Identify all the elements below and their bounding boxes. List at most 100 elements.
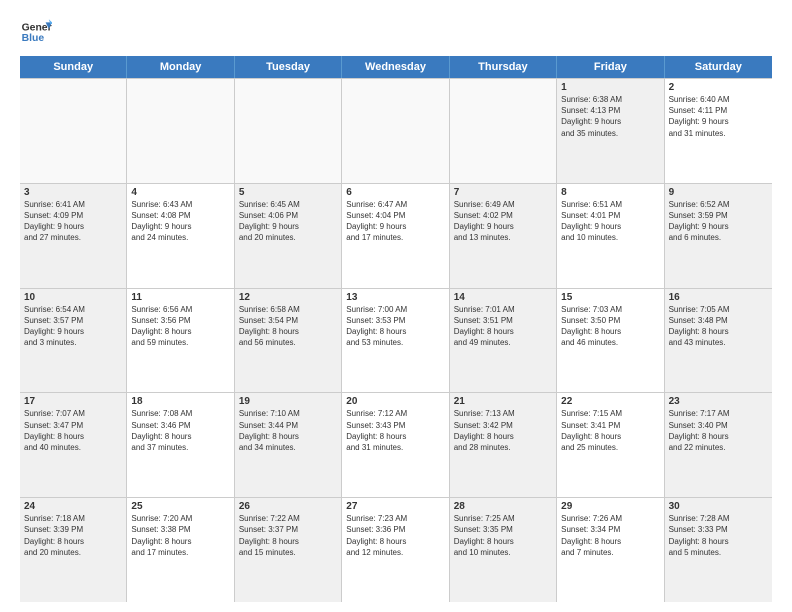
- calendar-body: 1Sunrise: 6:38 AM Sunset: 4:13 PM Daylig…: [20, 78, 772, 602]
- cell-content: Sunrise: 6:43 AM Sunset: 4:08 PM Dayligh…: [131, 199, 229, 244]
- calendar-header: SundayMondayTuesdayWednesdayThursdayFrid…: [20, 56, 772, 78]
- calendar-cell: 4Sunrise: 6:43 AM Sunset: 4:08 PM Daylig…: [127, 184, 234, 288]
- day-number: 14: [454, 292, 552, 303]
- calendar-cell: 2Sunrise: 6:40 AM Sunset: 4:11 PM Daylig…: [665, 79, 772, 183]
- page: General Blue SundayMondayTuesdayWednesda…: [0, 0, 792, 612]
- cell-content: Sunrise: 7:23 AM Sunset: 3:36 PM Dayligh…: [346, 513, 444, 558]
- day-number: 13: [346, 292, 444, 303]
- day-number: 27: [346, 501, 444, 512]
- cell-content: Sunrise: 7:13 AM Sunset: 3:42 PM Dayligh…: [454, 408, 552, 453]
- cell-content: Sunrise: 7:10 AM Sunset: 3:44 PM Dayligh…: [239, 408, 337, 453]
- day-number: 10: [24, 292, 122, 303]
- calendar-cell: [20, 79, 127, 183]
- calendar-cell: 7Sunrise: 6:49 AM Sunset: 4:02 PM Daylig…: [450, 184, 557, 288]
- calendar-cell: 30Sunrise: 7:28 AM Sunset: 3:33 PM Dayli…: [665, 498, 772, 602]
- cell-content: Sunrise: 6:56 AM Sunset: 3:56 PM Dayligh…: [131, 304, 229, 349]
- day-header-thursday: Thursday: [450, 56, 557, 78]
- logo: General Blue: [20, 16, 52, 48]
- cell-content: Sunrise: 6:51 AM Sunset: 4:01 PM Dayligh…: [561, 199, 659, 244]
- day-number: 12: [239, 292, 337, 303]
- day-number: 24: [24, 501, 122, 512]
- cell-content: Sunrise: 6:54 AM Sunset: 3:57 PM Dayligh…: [24, 304, 122, 349]
- week-row-1: 1Sunrise: 6:38 AM Sunset: 4:13 PM Daylig…: [20, 79, 772, 184]
- calendar-cell: 14Sunrise: 7:01 AM Sunset: 3:51 PM Dayli…: [450, 289, 557, 393]
- cell-content: Sunrise: 7:20 AM Sunset: 3:38 PM Dayligh…: [131, 513, 229, 558]
- day-number: 17: [24, 396, 122, 407]
- day-header-sunday: Sunday: [20, 56, 127, 78]
- cell-content: Sunrise: 7:01 AM Sunset: 3:51 PM Dayligh…: [454, 304, 552, 349]
- cell-content: Sunrise: 6:58 AM Sunset: 3:54 PM Dayligh…: [239, 304, 337, 349]
- calendar-cell: 23Sunrise: 7:17 AM Sunset: 3:40 PM Dayli…: [665, 393, 772, 497]
- calendar-cell: 26Sunrise: 7:22 AM Sunset: 3:37 PM Dayli…: [235, 498, 342, 602]
- day-number: 18: [131, 396, 229, 407]
- cell-content: Sunrise: 6:40 AM Sunset: 4:11 PM Dayligh…: [669, 94, 768, 139]
- day-number: 26: [239, 501, 337, 512]
- day-number: 28: [454, 501, 552, 512]
- day-header-friday: Friday: [557, 56, 664, 78]
- day-number: 15: [561, 292, 659, 303]
- day-number: 16: [669, 292, 768, 303]
- header: General Blue: [20, 16, 772, 48]
- week-row-4: 17Sunrise: 7:07 AM Sunset: 3:47 PM Dayli…: [20, 393, 772, 498]
- cell-content: Sunrise: 7:12 AM Sunset: 3:43 PM Dayligh…: [346, 408, 444, 453]
- calendar-cell: 10Sunrise: 6:54 AM Sunset: 3:57 PM Dayli…: [20, 289, 127, 393]
- day-number: 1: [561, 82, 659, 93]
- calendar-cell: 25Sunrise: 7:20 AM Sunset: 3:38 PM Dayli…: [127, 498, 234, 602]
- day-number: 8: [561, 187, 659, 198]
- day-number: 5: [239, 187, 337, 198]
- cell-content: Sunrise: 7:25 AM Sunset: 3:35 PM Dayligh…: [454, 513, 552, 558]
- cell-content: Sunrise: 6:45 AM Sunset: 4:06 PM Dayligh…: [239, 199, 337, 244]
- day-number: 21: [454, 396, 552, 407]
- cell-content: Sunrise: 7:00 AM Sunset: 3:53 PM Dayligh…: [346, 304, 444, 349]
- calendar-cell: 24Sunrise: 7:18 AM Sunset: 3:39 PM Dayli…: [20, 498, 127, 602]
- day-header-wednesday: Wednesday: [342, 56, 449, 78]
- cell-content: Sunrise: 7:18 AM Sunset: 3:39 PM Dayligh…: [24, 513, 122, 558]
- cell-content: Sunrise: 7:22 AM Sunset: 3:37 PM Dayligh…: [239, 513, 337, 558]
- calendar-cell: 8Sunrise: 6:51 AM Sunset: 4:01 PM Daylig…: [557, 184, 664, 288]
- day-number: 30: [669, 501, 768, 512]
- cell-content: Sunrise: 7:03 AM Sunset: 3:50 PM Dayligh…: [561, 304, 659, 349]
- calendar: SundayMondayTuesdayWednesdayThursdayFrid…: [20, 56, 772, 602]
- calendar-cell: 27Sunrise: 7:23 AM Sunset: 3:36 PM Dayli…: [342, 498, 449, 602]
- calendar-cell: 20Sunrise: 7:12 AM Sunset: 3:43 PM Dayli…: [342, 393, 449, 497]
- calendar-cell: 28Sunrise: 7:25 AM Sunset: 3:35 PM Dayli…: [450, 498, 557, 602]
- day-number: 19: [239, 396, 337, 407]
- calendar-cell: [342, 79, 449, 183]
- day-number: 20: [346, 396, 444, 407]
- day-number: 23: [669, 396, 768, 407]
- calendar-cell: 29Sunrise: 7:26 AM Sunset: 3:34 PM Dayli…: [557, 498, 664, 602]
- day-header-monday: Monday: [127, 56, 234, 78]
- cell-content: Sunrise: 6:41 AM Sunset: 4:09 PM Dayligh…: [24, 199, 122, 244]
- cell-content: Sunrise: 6:38 AM Sunset: 4:13 PM Dayligh…: [561, 94, 659, 139]
- day-header-tuesday: Tuesday: [235, 56, 342, 78]
- cell-content: Sunrise: 7:26 AM Sunset: 3:34 PM Dayligh…: [561, 513, 659, 558]
- calendar-cell: 12Sunrise: 6:58 AM Sunset: 3:54 PM Dayli…: [235, 289, 342, 393]
- day-number: 29: [561, 501, 659, 512]
- calendar-cell: [450, 79, 557, 183]
- calendar-cell: [235, 79, 342, 183]
- day-number: 7: [454, 187, 552, 198]
- calendar-cell: [127, 79, 234, 183]
- calendar-cell: 6Sunrise: 6:47 AM Sunset: 4:04 PM Daylig…: [342, 184, 449, 288]
- day-number: 4: [131, 187, 229, 198]
- calendar-cell: 1Sunrise: 6:38 AM Sunset: 4:13 PM Daylig…: [557, 79, 664, 183]
- day-number: 11: [131, 292, 229, 303]
- calendar-cell: 16Sunrise: 7:05 AM Sunset: 3:48 PM Dayli…: [665, 289, 772, 393]
- day-number: 2: [669, 82, 768, 93]
- cell-content: Sunrise: 7:17 AM Sunset: 3:40 PM Dayligh…: [669, 408, 768, 453]
- calendar-cell: 17Sunrise: 7:07 AM Sunset: 3:47 PM Dayli…: [20, 393, 127, 497]
- calendar-cell: 11Sunrise: 6:56 AM Sunset: 3:56 PM Dayli…: [127, 289, 234, 393]
- calendar-cell: 3Sunrise: 6:41 AM Sunset: 4:09 PM Daylig…: [20, 184, 127, 288]
- calendar-cell: 19Sunrise: 7:10 AM Sunset: 3:44 PM Dayli…: [235, 393, 342, 497]
- cell-content: Sunrise: 7:07 AM Sunset: 3:47 PM Dayligh…: [24, 408, 122, 453]
- calendar-cell: 15Sunrise: 7:03 AM Sunset: 3:50 PM Dayli…: [557, 289, 664, 393]
- day-number: 25: [131, 501, 229, 512]
- week-row-3: 10Sunrise: 6:54 AM Sunset: 3:57 PM Dayli…: [20, 289, 772, 394]
- day-header-saturday: Saturday: [665, 56, 772, 78]
- calendar-cell: 5Sunrise: 6:45 AM Sunset: 4:06 PM Daylig…: [235, 184, 342, 288]
- cell-content: Sunrise: 6:47 AM Sunset: 4:04 PM Dayligh…: [346, 199, 444, 244]
- cell-content: Sunrise: 7:28 AM Sunset: 3:33 PM Dayligh…: [669, 513, 768, 558]
- cell-content: Sunrise: 7:15 AM Sunset: 3:41 PM Dayligh…: [561, 408, 659, 453]
- day-number: 9: [669, 187, 768, 198]
- calendar-cell: 22Sunrise: 7:15 AM Sunset: 3:41 PM Dayli…: [557, 393, 664, 497]
